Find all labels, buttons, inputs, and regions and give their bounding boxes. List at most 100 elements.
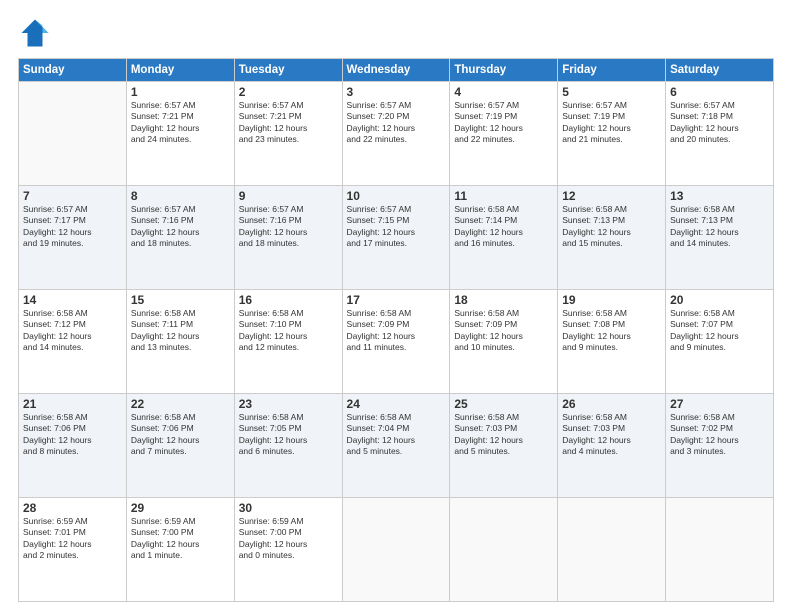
calendar-day-cell: 1Sunrise: 6:57 AM Sunset: 7:21 PM Daylig… — [126, 82, 234, 186]
day-number: 18 — [454, 293, 553, 307]
calendar-day-cell: 23Sunrise: 6:58 AM Sunset: 7:05 PM Dayli… — [234, 394, 342, 498]
day-info: Sunrise: 6:58 AM Sunset: 7:13 PM Dayligh… — [562, 204, 661, 250]
day-info: Sunrise: 6:57 AM Sunset: 7:16 PM Dayligh… — [239, 204, 338, 250]
day-number: 26 — [562, 397, 661, 411]
day-info: Sunrise: 6:58 AM Sunset: 7:09 PM Dayligh… — [454, 308, 553, 354]
calendar-table: SundayMondayTuesdayWednesdayThursdayFrid… — [18, 58, 774, 602]
day-info: Sunrise: 6:58 AM Sunset: 7:05 PM Dayligh… — [239, 412, 338, 458]
day-number: 29 — [131, 501, 230, 515]
day-info: Sunrise: 6:58 AM Sunset: 7:02 PM Dayligh… — [670, 412, 769, 458]
calendar-week-row: 21 Sunrise: 6:58 AM Sunset: 7:06 PM Dayli… — [19, 394, 774, 498]
calendar-week-row: 7Sunrise: 6:57 AM Sunset: 7:17 PM Daylig… — [19, 186, 774, 290]
day-info: Sunrise: 6:58 AM Sunset: 7:13 PM Dayligh… — [670, 204, 769, 250]
day-info: Sunrise: 6:58 AM Sunset: 7:03 PM Dayligh… — [454, 412, 553, 458]
day-info: Sunrise: 6:58 AM Sunset: 7:11 PM Dayligh… — [131, 308, 230, 354]
calendar-week-row: 1Sunrise: 6:57 AM Sunset: 7:21 PM Daylig… — [19, 82, 774, 186]
day-number: 12 — [562, 189, 661, 203]
header — [18, 18, 774, 48]
day-info: Sunrise: 6:58 AM Sunset: 7:14 PM Dayligh… — [454, 204, 553, 250]
calendar-day-cell — [666, 498, 774, 602]
calendar-day-cell: 26Sunrise: 6:58 AM Sunset: 7:03 PM Dayli… — [558, 394, 666, 498]
day-info: Sunrise: 6:57 AM Sunset: 7:19 PM Dayligh… — [454, 100, 553, 146]
calendar-day-cell: 3Sunrise: 6:57 AM Sunset: 7:20 PM Daylig… — [342, 82, 450, 186]
weekday-header-saturday: Saturday — [666, 59, 774, 82]
day-info: Sunrise: 6:58 AM Sunset: 7:07 PM Dayligh… — [670, 308, 769, 354]
day-number: 19 — [562, 293, 661, 307]
day-number: 28 — [23, 501, 122, 515]
calendar-day-cell: 25Sunrise: 6:58 AM Sunset: 7:03 PM Dayli… — [450, 394, 558, 498]
day-info: Sunrise: 6:58 AM Sunset: 7:09 PM Dayligh… — [347, 308, 446, 354]
day-number: 23 — [239, 397, 338, 411]
calendar-day-cell: 24Sunrise: 6:58 AM Sunset: 7:04 PM Dayli… — [342, 394, 450, 498]
calendar-day-cell: 28Sunrise: 6:59 AM Sunset: 7:01 PM Dayli… — [19, 498, 127, 602]
calendar-day-cell: 29Sunrise: 6:59 AM Sunset: 7:00 PM Dayli… — [126, 498, 234, 602]
day-info: Sunrise: 6:58 AM Sunset: 7:04 PM Dayligh… — [347, 412, 446, 458]
day-number: 17 — [347, 293, 446, 307]
day-number: 2 — [239, 85, 338, 99]
weekday-header-monday: Monday — [126, 59, 234, 82]
calendar-day-cell: 2Sunrise: 6:57 AM Sunset: 7:21 PM Daylig… — [234, 82, 342, 186]
day-info: Sunrise: 6:57 AM Sunset: 7:16 PM Dayligh… — [131, 204, 230, 250]
day-number: 15 — [131, 293, 230, 307]
day-info: Sunrise: 6:59 AM Sunset: 7:01 PM Dayligh… — [23, 516, 122, 562]
calendar-day-cell: 30Sunrise: 6:59 AM Sunset: 7:00 PM Dayli… — [234, 498, 342, 602]
day-number: 11 — [454, 189, 553, 203]
day-number: 9 — [239, 189, 338, 203]
day-info: Sunrise: 6:58 AM Sunset: 7:10 PM Dayligh… — [239, 308, 338, 354]
calendar-day-cell: 21Sunrise: 6:58 AM Sunset: 7:06 PM Dayli… — [19, 394, 127, 498]
day-info: Sunrise: 6:59 AM Sunset: 7:00 PM Dayligh… — [131, 516, 230, 562]
day-number: 22 — [131, 397, 230, 411]
calendar-day-cell: 27Sunrise: 6:58 AM Sunset: 7:02 PM Dayli… — [666, 394, 774, 498]
weekday-header-tuesday: Tuesday — [234, 59, 342, 82]
day-number: 3 — [347, 85, 446, 99]
day-number: 24 — [347, 397, 446, 411]
calendar-week-row: 14Sunrise: 6:58 AM Sunset: 7:12 PM Dayli… — [19, 290, 774, 394]
day-info: Sunrise: 6:57 AM Sunset: 7:19 PM Dayligh… — [562, 100, 661, 146]
calendar-day-cell: 13Sunrise: 6:58 AM Sunset: 7:13 PM Dayli… — [666, 186, 774, 290]
day-number: 6 — [670, 85, 769, 99]
day-number: 27 — [670, 397, 769, 411]
day-info: Sunrise: 6:57 AM Sunset: 7:21 PM Dayligh… — [131, 100, 230, 146]
weekday-header-wednesday: Wednesday — [342, 59, 450, 82]
calendar-day-cell: 6Sunrise: 6:57 AM Sunset: 7:18 PM Daylig… — [666, 82, 774, 186]
calendar-day-cell: 11Sunrise: 6:58 AM Sunset: 7:14 PM Dayli… — [450, 186, 558, 290]
calendar-day-cell: 7Sunrise: 6:57 AM Sunset: 7:17 PM Daylig… — [19, 186, 127, 290]
calendar-day-cell: 18Sunrise: 6:58 AM Sunset: 7:09 PM Dayli… — [450, 290, 558, 394]
calendar-day-cell: 10Sunrise: 6:57 AM Sunset: 7:15 PM Dayli… — [342, 186, 450, 290]
calendar-week-row: 28Sunrise: 6:59 AM Sunset: 7:01 PM Dayli… — [19, 498, 774, 602]
day-number: 20 — [670, 293, 769, 307]
calendar-day-cell: 12Sunrise: 6:58 AM Sunset: 7:13 PM Dayli… — [558, 186, 666, 290]
day-number: 4 — [454, 85, 553, 99]
day-info: Sunrise: 6:58 AM Sunset: 7:12 PM Dayligh… — [23, 308, 122, 354]
calendar-day-cell: 8Sunrise: 6:57 AM Sunset: 7:16 PM Daylig… — [126, 186, 234, 290]
day-info: Sunrise: 6:58 AM Sunset: 7:06 PM Dayligh… — [131, 412, 230, 458]
day-info: Sunrise: 6:57 AM Sunset: 7:15 PM Dayligh… — [347, 204, 446, 250]
calendar-day-cell: 15Sunrise: 6:58 AM Sunset: 7:11 PM Dayli… — [126, 290, 234, 394]
calendar-day-cell — [342, 498, 450, 602]
page: SundayMondayTuesdayWednesdayThursdayFrid… — [0, 0, 792, 612]
day-number: 14 — [23, 293, 122, 307]
day-number: 5 — [562, 85, 661, 99]
weekday-header-friday: Friday — [558, 59, 666, 82]
calendar-day-cell: 20Sunrise: 6:58 AM Sunset: 7:07 PM Dayli… — [666, 290, 774, 394]
calendar-day-cell — [19, 82, 127, 186]
day-number: 10 — [347, 189, 446, 203]
day-number: 7 — [23, 189, 122, 203]
day-info: Sunrise: 6:57 AM Sunset: 7:18 PM Dayligh… — [670, 100, 769, 146]
calendar-day-cell: 22Sunrise: 6:58 AM Sunset: 7:06 PM Dayli… — [126, 394, 234, 498]
calendar-body: 1Sunrise: 6:57 AM Sunset: 7:21 PM Daylig… — [19, 82, 774, 602]
calendar-day-cell: 5Sunrise: 6:57 AM Sunset: 7:19 PM Daylig… — [558, 82, 666, 186]
calendar-day-cell: 16Sunrise: 6:58 AM Sunset: 7:10 PM Dayli… — [234, 290, 342, 394]
day-info: Sunrise: 6:58 AM Sunset: 7:03 PM Dayligh… — [562, 412, 661, 458]
calendar-day-cell: 9Sunrise: 6:57 AM Sunset: 7:16 PM Daylig… — [234, 186, 342, 290]
day-number: 30 — [239, 501, 338, 515]
calendar-day-cell — [450, 498, 558, 602]
day-number: 21 — [23, 397, 122, 411]
day-info: Sunrise: 6:57 AM Sunset: 7:17 PM Dayligh… — [23, 204, 122, 250]
day-number: 16 — [239, 293, 338, 307]
day-number: 25 — [454, 397, 553, 411]
calendar-day-cell — [558, 498, 666, 602]
calendar-day-cell: 17Sunrise: 6:58 AM Sunset: 7:09 PM Dayli… — [342, 290, 450, 394]
day-number: 13 — [670, 189, 769, 203]
day-info: Sunrise: 6:58 AM Sunset: 7:08 PM Dayligh… — [562, 308, 661, 354]
